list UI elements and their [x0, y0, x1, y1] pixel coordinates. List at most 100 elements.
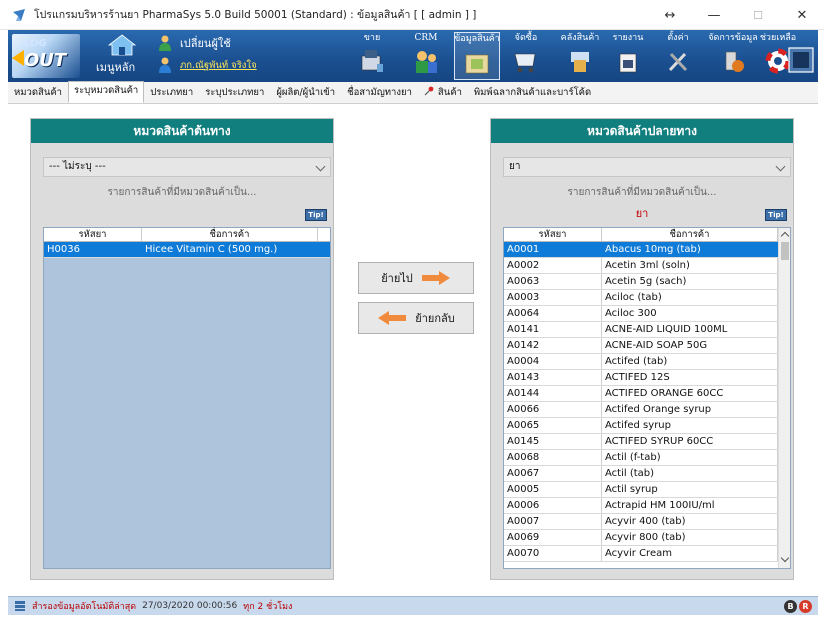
row-name: Abacus 10mg (tab)	[602, 242, 778, 257]
b-badge[interactable]: B	[784, 600, 797, 613]
tab-product[interactable]: สินค้า	[418, 83, 468, 103]
row-code: A0144	[504, 386, 602, 401]
target-category-select[interactable]: ยา	[503, 157, 791, 177]
table-row[interactable]: A0004 Actifed (tab)	[504, 354, 790, 370]
sale-icon	[361, 50, 383, 72]
settings-label: ตั้งค่า	[667, 33, 689, 43]
table-row[interactable]: A0070 Acyvir Cream	[504, 546, 790, 562]
source-tip-button[interactable]: Tip!	[305, 209, 327, 221]
table-row[interactable]: A0063 Acetin 5g (sach)	[504, 274, 790, 290]
source-category-panel: หมวดสินค้าต้นทาง --- ไม่ระบุ --- รายการส…	[30, 118, 334, 580]
report-button[interactable]: รายงาน	[608, 32, 648, 80]
table-row[interactable]: A0006 Actrapid HM 100IU/ml	[504, 498, 790, 514]
content-area: หมวดสินค้าต้นทาง --- ไม่ระบุ --- รายการส…	[8, 104, 818, 596]
settings-icon	[668, 52, 688, 72]
current-user-link[interactable]: ภก.ณัฐพันท์ จริงใจ	[158, 54, 308, 76]
tab-drug-type[interactable]: ประเภทยา	[144, 83, 199, 103]
row-code: A0142	[504, 338, 602, 353]
table-row[interactable]: A0068 Actil (f-tab)	[504, 450, 790, 466]
target-category-label: ยา	[635, 207, 649, 220]
tab-category[interactable]: หมวดสินค้า	[8, 83, 68, 103]
row-code: A0069	[504, 530, 602, 545]
restore-button[interactable]: ☐	[736, 0, 780, 30]
resize-icon[interactable]: ↔	[648, 0, 692, 30]
chevron-down-icon	[775, 161, 786, 172]
table-row[interactable]: A0143 ACTIFED 12S	[504, 370, 790, 386]
table-row[interactable]: A0007 Acyvir 400 (tab)	[504, 514, 790, 530]
product-data-icon	[465, 54, 489, 74]
user-panel: เปลี่ยนผู้ใช้ ภก.ณัฐพันท์ จริงใจ	[158, 32, 308, 78]
table-row[interactable]: A0145 ACTIFED SYRUP 60CC	[504, 434, 790, 450]
target-col-name[interactable]: ชื่อการค้า	[602, 228, 778, 241]
scroll-thumb[interactable]	[781, 242, 789, 260]
target-scrollbar[interactable]	[778, 228, 790, 568]
row-name: Acetin 5g (sach)	[602, 274, 778, 289]
minimize-button[interactable]: —	[692, 0, 736, 30]
row-name: Actifed (tab)	[602, 354, 778, 369]
table-row[interactable]: A0067 Actil (tab)	[504, 466, 790, 482]
source-col-code[interactable]: รหัสยา	[44, 228, 142, 241]
row-name: ACNE-AID SOAP 50G	[602, 338, 778, 353]
tab-generic-name[interactable]: ชื่อสามัญทางยา	[341, 83, 418, 103]
target-col-code[interactable]: รหัสยา	[504, 228, 602, 241]
crm-label: CRM	[414, 33, 438, 43]
row-code: A0143	[504, 370, 602, 385]
backup-interval: ทุก 2 ชั่วโมง	[243, 602, 293, 612]
home-menu-button[interactable]: เมนูหลัก	[96, 34, 148, 78]
arrow-left-icon	[378, 311, 407, 325]
target-product-grid[interactable]: รหัสยา ชื่อการค้า A0001 Abacus 10mg (tab)…	[503, 227, 791, 569]
target-rows: A0001 Abacus 10mg (tab) A0002 Acetin 3ml (s…	[504, 242, 790, 562]
target-tip-button[interactable]: Tip!	[765, 209, 787, 221]
settings-button[interactable]: ตั้งค่า	[658, 32, 698, 80]
move-back-button[interactable]: ย้ายกลับ	[358, 302, 474, 334]
table-row[interactable]: A0002 Acetin 3ml (soln)	[504, 258, 790, 274]
exit-button[interactable]	[788, 32, 816, 80]
logout-label-bottom: OUT	[24, 50, 67, 71]
target-category-panel: หมวดสินค้าปลายทาง ยา รายการสินค้าที่มีหม…	[490, 118, 794, 580]
product-data-button[interactable]: ข้อมูลสินค้า	[454, 32, 500, 80]
table-row[interactable]: A0064 Aciloc 300	[504, 306, 790, 322]
tab-assign-category[interactable]: ระบุหมวดสินค้า	[68, 81, 145, 103]
tab-assign-drug-type[interactable]: ระบุประเภทยา	[199, 83, 270, 103]
target-select-value: ยา	[509, 161, 521, 172]
close-button[interactable]: ✕	[780, 0, 824, 30]
tab-print-labels[interactable]: พิมพ์ฉลากสินค้าและบาร์โค้ด	[468, 83, 597, 103]
r-badge[interactable]: R	[799, 600, 812, 613]
sale-button[interactable]: ขาย	[352, 32, 392, 80]
crm-button[interactable]: CRM	[406, 32, 446, 80]
tab-manufacturer[interactable]: ผู้ผลิต/ผู้นำเข้า	[270, 83, 341, 103]
warehouse-icon	[571, 52, 589, 72]
logout-button[interactable]: LOG OUT	[10, 32, 82, 80]
row-name: Acyvir 800 (tab)	[602, 530, 778, 545]
table-row[interactable]: A0065 Actifed syrup	[504, 418, 790, 434]
change-user-link[interactable]: เปลี่ยนผู้ใช้	[158, 32, 308, 54]
exit-icon	[788, 47, 814, 73]
pharmacist-icon	[159, 57, 171, 73]
table-row[interactable]: A0001 Abacus 10mg (tab)	[504, 242, 790, 258]
crm-icon	[416, 51, 437, 73]
row-code: A0065	[504, 418, 602, 433]
table-row[interactable]: A0066 Actifed Orange syrup	[504, 402, 790, 418]
table-row[interactable]: A0141 ACNE-AID LIQUID 100ML	[504, 322, 790, 338]
source-col-name[interactable]: ชื่อการค้า	[142, 228, 318, 241]
move-to-button[interactable]: ย้ายไป	[358, 262, 474, 294]
table-row[interactable]: A0142 ACNE-AID SOAP 50G	[504, 338, 790, 354]
row-code: A0066	[504, 402, 602, 417]
warehouse-button[interactable]: คลังสินค้า	[556, 32, 604, 80]
table-row[interactable]: A0069 Acyvir 800 (tab)	[504, 530, 790, 546]
scroll-up-icon[interactable]	[780, 231, 790, 241]
scroll-down-icon[interactable]	[780, 553, 790, 563]
data-management-button[interactable]: จัดการข้อมูล	[708, 32, 758, 80]
source-product-grid[interactable]: รหัสยา ชื่อการค้า H0036 Hicee Vitamin C …	[43, 227, 331, 569]
row-name: Aciloc (tab)	[602, 290, 778, 305]
table-row[interactable]: H0036 Hicee Vitamin C (500 mg.)	[44, 242, 330, 258]
table-row[interactable]: A0144 ACTIFED ORANGE 60CC	[504, 386, 790, 402]
row-code: A0006	[504, 498, 602, 513]
table-row[interactable]: A0003 Aciloc (tab)	[504, 290, 790, 306]
table-row[interactable]: A0005 Actil syrup	[504, 482, 790, 498]
logout-arrow-icon	[12, 50, 24, 66]
purchase-button[interactable]: จัดซื้อ	[506, 32, 546, 80]
row-code: A0001	[504, 242, 602, 257]
source-category-select[interactable]: --- ไม่ระบุ ---	[43, 157, 331, 177]
app-icon	[13, 8, 25, 21]
